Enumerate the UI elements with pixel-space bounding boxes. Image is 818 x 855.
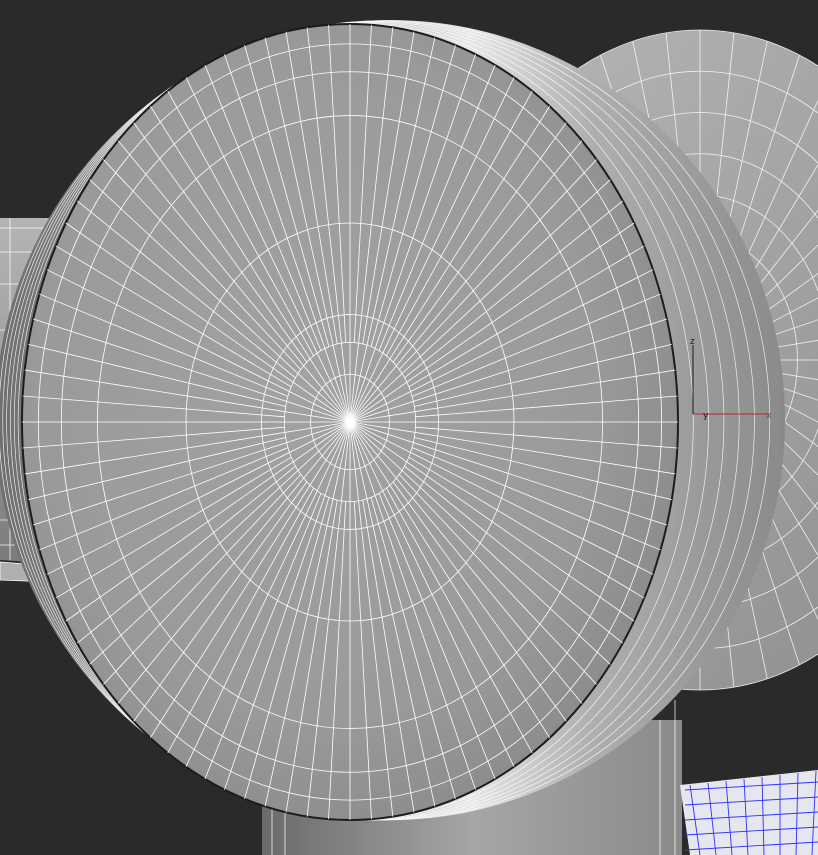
y-axis-label: y [703,411,709,421]
z-axis-label: z [690,337,695,347]
selected-mesh[interactable] [680,770,818,855]
disc-center-vertex [346,418,354,426]
front-disc-face[interactable] [21,23,679,821]
x-axis-label: x [766,411,772,421]
3d-viewport[interactable]: z y x [0,0,818,855]
